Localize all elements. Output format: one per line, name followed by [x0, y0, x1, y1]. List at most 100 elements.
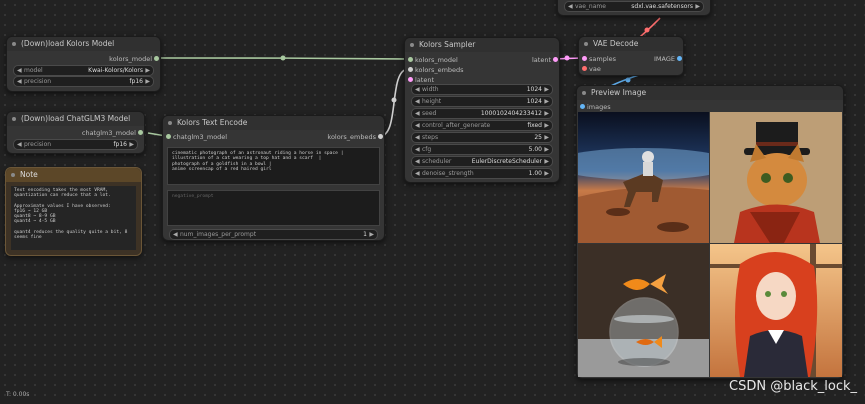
- widget-value: 1024: [526, 86, 542, 93]
- kolors-sampler-node[interactable]: Kolors Sampler kolors_model kolors_embed…: [404, 37, 560, 183]
- output-image[interactable]: IMAGE: [654, 54, 675, 64]
- arrow-right-icon[interactable]: ▶: [544, 85, 549, 94]
- widget-label: denoise_strength: [422, 170, 474, 177]
- link-kolors-model: [156, 57, 409, 60]
- arrow-right-icon[interactable]: ▶: [369, 230, 374, 239]
- input-socket[interactable]: [582, 66, 587, 71]
- node-title[interactable]: (Down)load Kolors Model: [7, 37, 160, 51]
- arrow-left-icon[interactable]: ◀: [415, 97, 420, 106]
- arrow-right-icon[interactable]: ▶: [145, 77, 150, 86]
- node-title[interactable]: Kolors Text Encode: [163, 116, 384, 130]
- arrow-right-icon[interactable]: ▶: [129, 140, 134, 149]
- vae-name-combo[interactable]: ◀ vae_name sdxl.vae.safetensors ▶: [564, 1, 704, 12]
- output-kolors-embeds[interactable]: kolors_embeds: [327, 132, 376, 142]
- arrow-right-icon[interactable]: ▶: [544, 121, 549, 130]
- input-samples[interactable]: samples: [589, 54, 616, 64]
- arrow-right-icon[interactable]: ▶: [544, 169, 549, 178]
- input-label: latent: [415, 76, 435, 84]
- input-kolors-model[interactable]: kolors_model: [415, 55, 458, 65]
- arrow-right-icon[interactable]: ▶: [544, 109, 549, 118]
- sampler-widget-steps[interactable]: ◀ steps 25 ▶: [411, 132, 553, 143]
- input-socket[interactable]: [408, 57, 413, 62]
- input-chatglm3-model[interactable]: chatglm3_model: [173, 132, 227, 142]
- output-socket[interactable]: [553, 57, 558, 62]
- precision-combo[interactable]: ◀ precision fp16 ▶: [13, 139, 138, 150]
- input-label: samples: [589, 55, 617, 63]
- num-images-per-prompt-widget[interactable]: ◀ num_images_per_prompt 1 ▶: [169, 229, 378, 240]
- node-title[interactable]: Note: [6, 168, 141, 182]
- widget-value: 1000102404233412: [480, 110, 542, 117]
- output-latent[interactable]: latent: [532, 55, 551, 65]
- sampler-widget-height[interactable]: ◀ height 1024 ▶: [411, 96, 553, 107]
- input-kolors-embeds[interactable]: kolors_embeds: [415, 65, 464, 75]
- arrow-left-icon[interactable]: ◀: [17, 66, 22, 75]
- output-socket[interactable]: [378, 134, 383, 139]
- output-label: chatglm3_model: [81, 129, 136, 137]
- output-kolors-model[interactable]: kolors_model: [109, 54, 152, 64]
- output-label: kolors_embeds: [327, 133, 376, 141]
- node-title[interactable]: Preview Image: [577, 86, 843, 100]
- input-label: vae: [589, 65, 601, 73]
- arrow-left-icon[interactable]: ◀: [173, 230, 178, 239]
- preview-image-node[interactable]: Preview Image images: [576, 85, 844, 379]
- vae-decode-node[interactable]: VAE Decode samples vae IMAGE: [578, 36, 684, 76]
- node-title[interactable]: VAE Decode: [579, 37, 683, 51]
- output-chatglm3-model[interactable]: chatglm3_model: [82, 128, 136, 138]
- preview-image-goldfish-bowl[interactable]: [578, 244, 709, 377]
- sampler-widget-denoise-strength[interactable]: ◀ denoise_strength 1.00 ▶: [411, 168, 553, 179]
- note-node[interactable]: Note Text encoding takes the most VRAM, …: [5, 167, 142, 256]
- node-title[interactable]: (Down)load ChatGLM3 Model: [7, 112, 144, 126]
- widget-label: control_after_generate: [422, 122, 491, 129]
- kolors-text-encode-node[interactable]: Kolors Text Encode chatglm3_model kolors…: [162, 115, 385, 241]
- input-label: kolors_embeds: [415, 66, 464, 74]
- arrow-left-icon[interactable]: ◀: [415, 169, 420, 178]
- output-socket[interactable]: [677, 56, 682, 61]
- negative-prompt-textarea[interactable]: negative_prompt: [167, 190, 380, 226]
- output-label: IMAGE: [653, 55, 675, 63]
- preview-image-cat-top-hat[interactable]: [710, 112, 842, 243]
- arrow-right-icon[interactable]: ▶: [544, 157, 549, 166]
- sampler-widget-scheduler[interactable]: ◀ scheduler EulerDiscreteScheduler ▶: [411, 156, 553, 167]
- arrow-left-icon[interactable]: ◀: [415, 145, 420, 154]
- arrow-left-icon[interactable]: ◀: [415, 85, 420, 94]
- status-text: T: 0.00s: [6, 391, 30, 398]
- input-socket[interactable]: [166, 134, 171, 139]
- input-images[interactable]: images: [587, 102, 611, 112]
- input-socket[interactable]: [408, 67, 413, 72]
- widget-label: vae_name: [575, 3, 606, 10]
- arrow-right-icon[interactable]: ▶: [544, 145, 549, 154]
- model-combo[interactable]: ◀ model Kwai-Kolors/Kolors ▶: [13, 65, 154, 76]
- prompt-textarea[interactable]: cinematic photograph of an astronaut rid…: [167, 147, 380, 185]
- arrow-left-icon[interactable]: ◀: [17, 140, 22, 149]
- arrow-left-icon[interactable]: ◀: [415, 157, 420, 166]
- output-socket[interactable]: [154, 56, 159, 61]
- input-socket[interactable]: [580, 104, 585, 109]
- load-kolors-model-node[interactable]: (Down)load Kolors Model kolors_model ◀ m…: [6, 36, 161, 92]
- precision-combo[interactable]: ◀ precision fp16 ▶: [13, 76, 154, 87]
- sampler-widget-control-after-generate[interactable]: ◀ control_after_generate fixed ▶: [411, 120, 553, 131]
- arrow-left-icon[interactable]: ◀: [415, 121, 420, 130]
- arrow-right-icon[interactable]: ▶: [544, 97, 549, 106]
- arrow-left-icon[interactable]: ◀: [415, 133, 420, 142]
- input-socket[interactable]: [408, 77, 413, 82]
- vae-loader-node[interactable]: ◀ vae_name sdxl.vae.safetensors ▶: [557, 0, 711, 16]
- input-label: images: [587, 103, 611, 111]
- input-socket[interactable]: [582, 56, 587, 61]
- arrow-right-icon[interactable]: ▶: [145, 66, 150, 75]
- sampler-widget-cfg[interactable]: ◀ cfg 5.00 ▶: [411, 144, 553, 155]
- arrow-left-icon[interactable]: ◀: [17, 77, 22, 86]
- arrow-right-icon[interactable]: ▶: [544, 133, 549, 142]
- widget-value: 1.00: [528, 170, 542, 177]
- node-title[interactable]: Kolors Sampler: [405, 38, 559, 52]
- arrow-left-icon[interactable]: ◀: [415, 109, 420, 118]
- arrow-right-icon[interactable]: ▶: [695, 2, 700, 11]
- input-vae[interactable]: vae: [589, 64, 601, 74]
- preview-image-astronaut-horse[interactable]: [578, 112, 709, 243]
- sampler-widget-width[interactable]: ◀ width 1024 ▶: [411, 84, 553, 95]
- load-chatglm3-model-node[interactable]: (Down)load ChatGLM3 Model chatglm3_model…: [6, 111, 145, 154]
- arrow-left-icon[interactable]: ◀: [568, 2, 573, 11]
- output-socket[interactable]: [138, 130, 143, 135]
- note-text[interactable]: Text encoding takes the most VRAM, quant…: [11, 186, 136, 250]
- sampler-widget-seed[interactable]: ◀ seed 1000102404233412 ▶: [411, 108, 553, 119]
- preview-image-red-haired-girl[interactable]: [710, 244, 842, 377]
